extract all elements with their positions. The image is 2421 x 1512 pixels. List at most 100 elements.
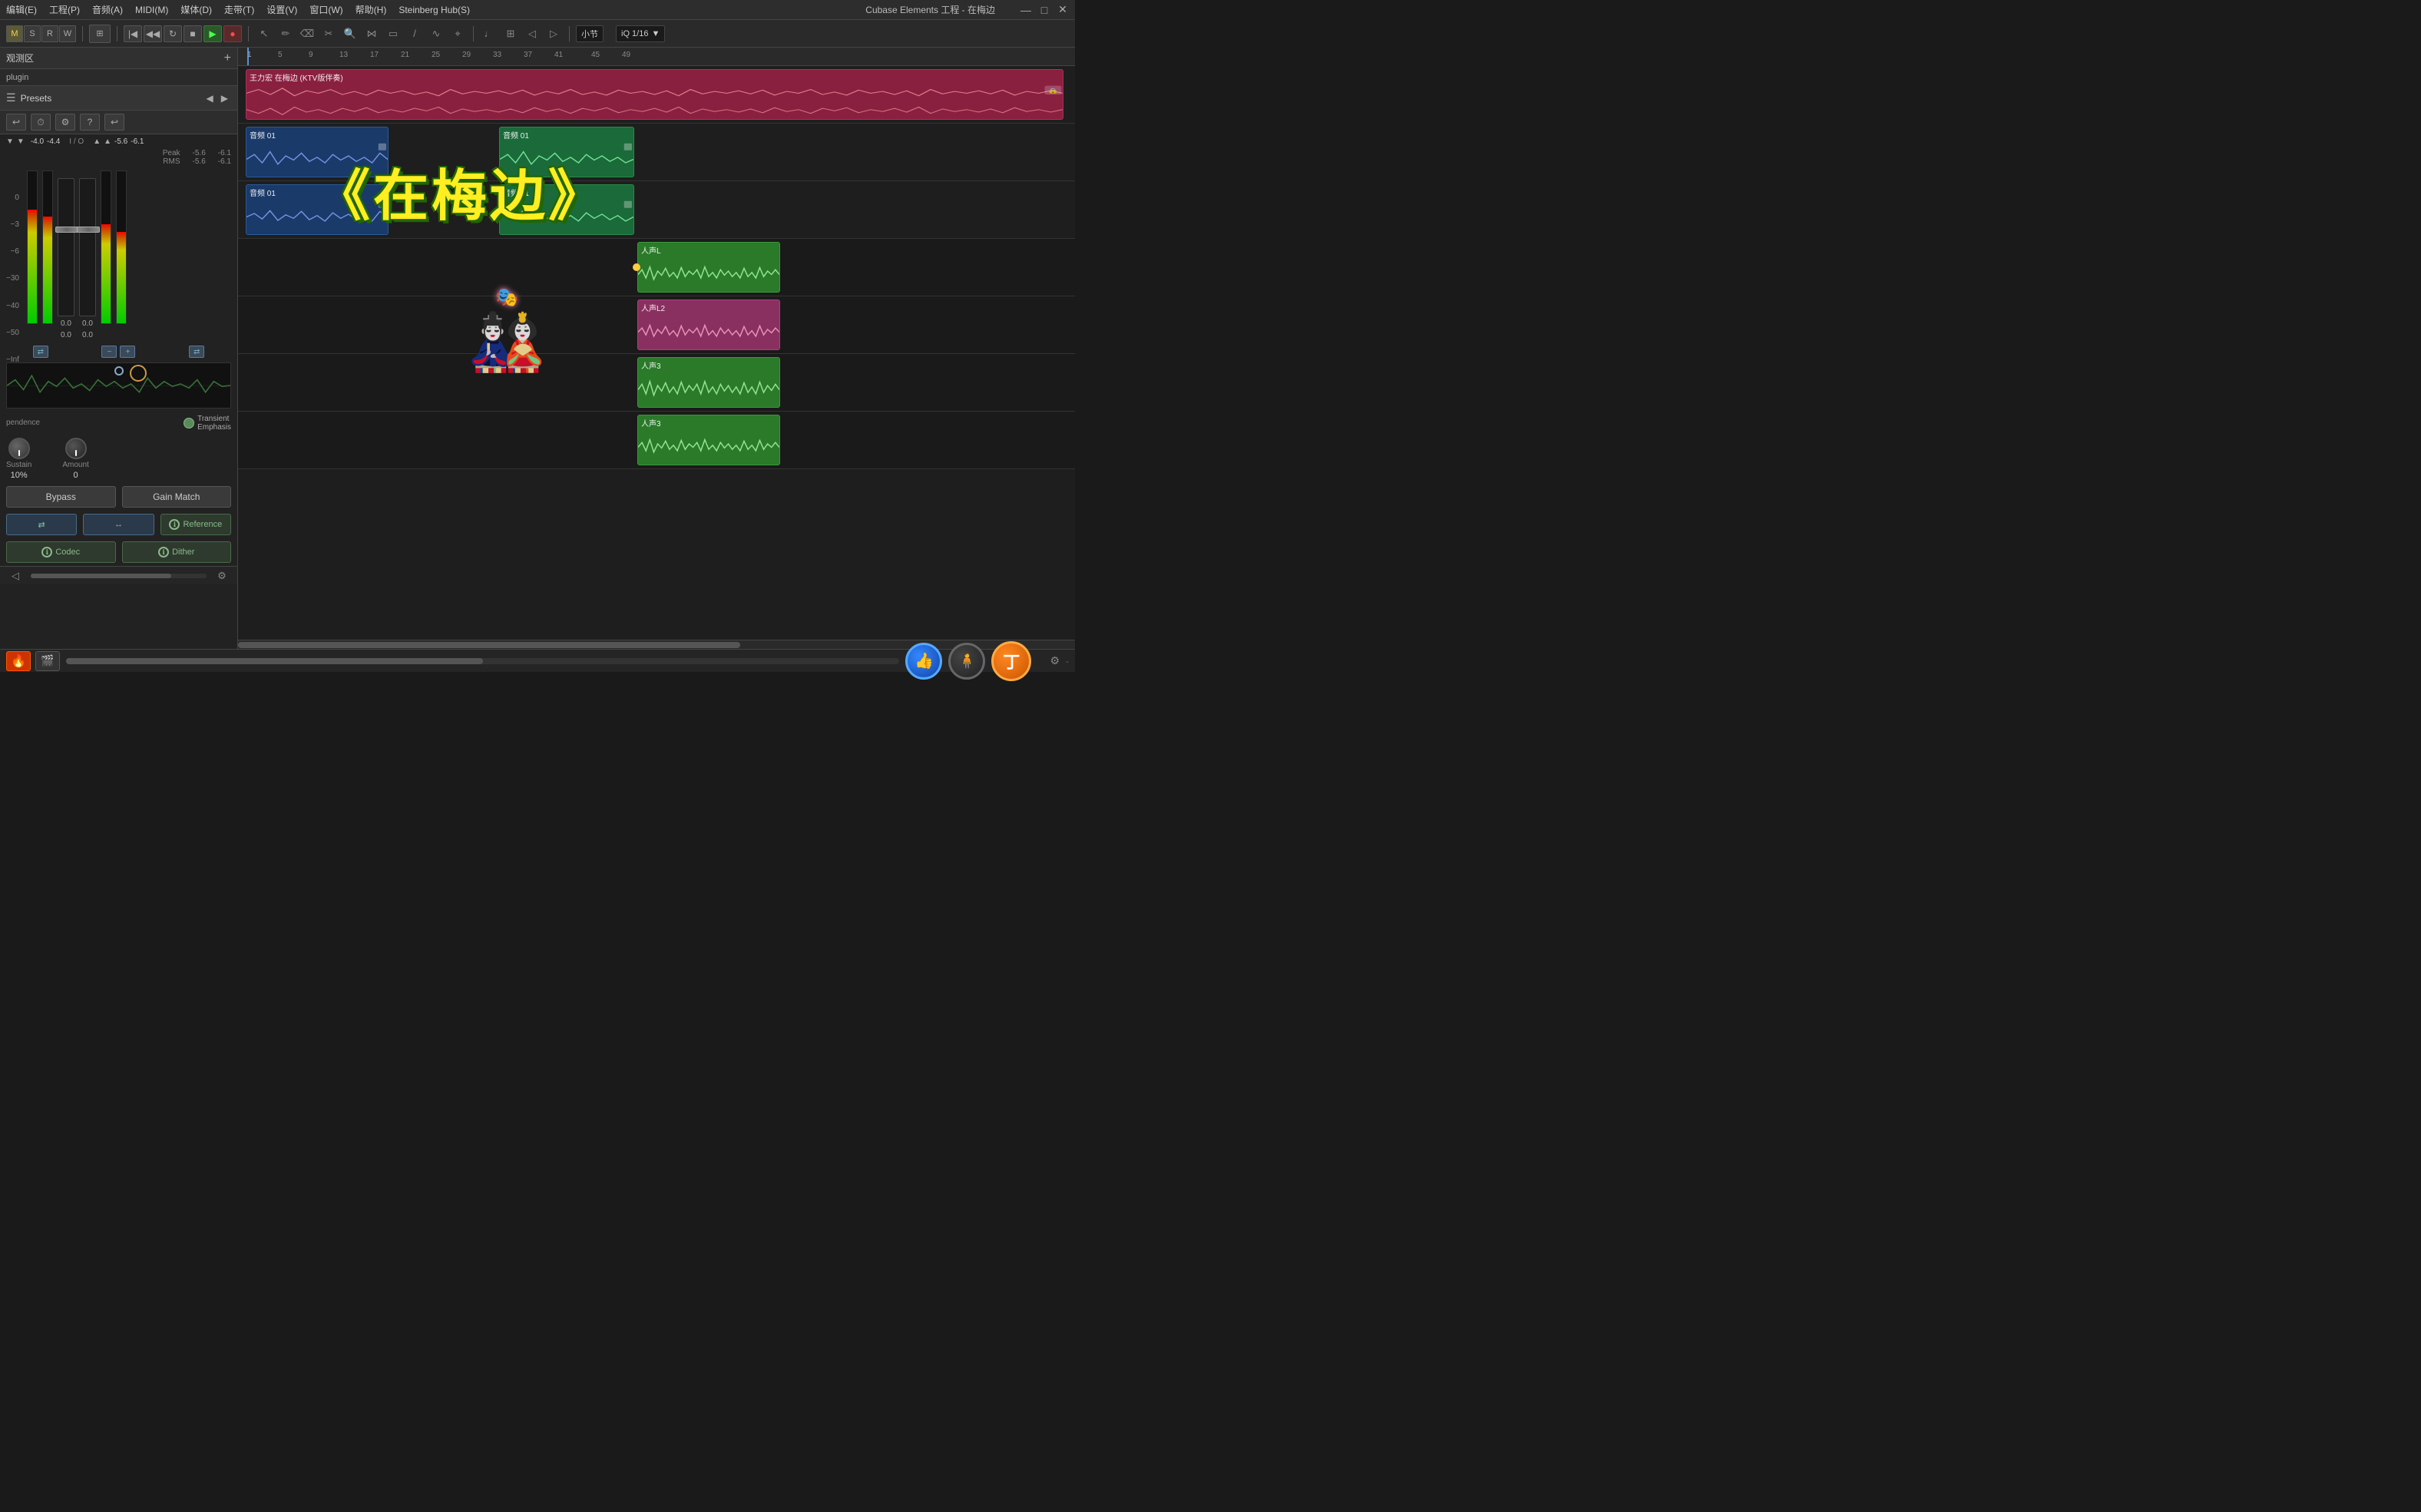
action-btn[interactable]: ↩ bbox=[104, 114, 124, 131]
left-arrow-icon[interactable]: ◁ bbox=[523, 25, 541, 42]
bottom-fire-icon[interactable]: 🔥 bbox=[6, 651, 31, 671]
chord-icon[interactable]: ♩ bbox=[480, 25, 498, 42]
glue-tool[interactable]: ⋈ bbox=[362, 25, 381, 42]
transport-buttons: |◀ ◀◀ ↻ ■ ▶ ● bbox=[124, 25, 242, 42]
zoom-tool[interactable]: 🔍 bbox=[341, 25, 359, 42]
menu-settings[interactable]: 设置(V) bbox=[266, 3, 297, 16]
h-scrollbar-thumb[interactable] bbox=[238, 642, 740, 648]
settings-icon-btn[interactable]: ⚙ bbox=[213, 567, 231, 584]
input-fader-track[interactable] bbox=[58, 178, 74, 316]
menu-audio[interactable]: 音频(A) bbox=[92, 3, 123, 16]
output-meter-right bbox=[116, 170, 127, 324]
link-minus-btn[interactable]: − bbox=[101, 346, 117, 358]
menu-transport[interactable]: 走带(T) bbox=[224, 3, 254, 16]
cycle-btn[interactable]: ↻ bbox=[164, 25, 182, 42]
eraser-tool[interactable]: ⌫ bbox=[298, 25, 316, 42]
link-plus-btn[interactable]: + bbox=[120, 346, 135, 358]
person-btn[interactable]: 🧍 bbox=[948, 643, 985, 680]
presets-menu-icon[interactable]: ☰ bbox=[6, 91, 16, 104]
maximize-btn[interactable]: □ bbox=[1038, 4, 1050, 16]
menu-bar: 编辑(E) 工程(P) 音频(A) MIDI(M) 媒体(D) 走带(T) 设置… bbox=[0, 0, 1075, 20]
peak-left-val: -5.6 bbox=[193, 149, 206, 157]
m-button[interactable]: M bbox=[6, 25, 23, 42]
menu-project[interactable]: 工程(P) bbox=[49, 3, 80, 16]
h-scroll[interactable] bbox=[31, 574, 207, 578]
clip-voice-l-title: 人声L bbox=[638, 243, 779, 257]
history-btn[interactable]: ⏱ bbox=[31, 114, 51, 131]
stop-btn[interactable]: ■ bbox=[184, 25, 202, 42]
output-meter-left bbox=[101, 170, 111, 324]
amount-knob[interactable] bbox=[65, 438, 87, 459]
output-fader-track[interactable] bbox=[79, 178, 96, 316]
swap-btn[interactable]: ⇄ bbox=[6, 514, 77, 535]
bottom-video-icon[interactable]: 🎬 bbox=[35, 651, 60, 671]
dither-btn[interactable]: ℹ Dither bbox=[122, 541, 232, 563]
arrows-btn[interactable]: ↔ bbox=[83, 514, 154, 535]
track-clip-voice-3b[interactable]: 人声3 bbox=[637, 415, 780, 465]
minimize-btn[interactable]: — bbox=[1020, 4, 1032, 16]
meter-fill-in-r bbox=[43, 217, 52, 323]
center-knob[interactable] bbox=[114, 366, 124, 376]
sustain-knob[interactable] bbox=[8, 438, 30, 459]
menu-edit[interactable]: 编辑(E) bbox=[6, 3, 37, 16]
close-btn[interactable]: ✕ bbox=[1057, 4, 1069, 16]
right-arrow-icon[interactable]: ▷ bbox=[544, 25, 563, 42]
go-back-btn[interactable]: ◀◀ bbox=[144, 25, 162, 42]
ruler-inner: 1 5 9 13 17 21 25 29 33 37 41 45 49 bbox=[238, 48, 1075, 65]
transient-radio[interactable] bbox=[184, 418, 194, 428]
link-btn-right[interactable]: ⇄ bbox=[189, 346, 204, 358]
scale-30: −30 bbox=[6, 274, 19, 283]
playhead[interactable] bbox=[247, 48, 249, 65]
menu-window[interactable]: 窗口(W) bbox=[309, 3, 342, 16]
input-fader-thumb[interactable] bbox=[55, 227, 78, 233]
pointer-tool[interactable]: ↖ bbox=[255, 25, 273, 42]
arrange-btn[interactable]: ⊞ bbox=[89, 25, 111, 43]
codec-btn[interactable]: ℹ Codec bbox=[6, 541, 116, 563]
track-clip-voice-l2[interactable]: 人声L2 bbox=[637, 299, 780, 350]
w-button[interactable]: W bbox=[59, 25, 76, 42]
menu-help[interactable]: 帮助(H) bbox=[356, 3, 387, 16]
main-scrollbar[interactable] bbox=[66, 658, 899, 664]
select-tool[interactable]: ▭ bbox=[384, 25, 402, 42]
plugin-bottom-bar: ◁ ⚙ bbox=[0, 566, 237, 584]
settings-btn[interactable]: ⚙ bbox=[55, 114, 75, 131]
scroll-left-btn[interactable]: ◁ bbox=[6, 567, 25, 584]
track-clip-voice-3a[interactable]: 人声3 bbox=[637, 357, 780, 408]
record-btn[interactable]: ● bbox=[223, 25, 242, 42]
preset-prev-btn[interactable]: ◀ bbox=[203, 91, 217, 105]
status-gear-icon[interactable]: ⚙ bbox=[1050, 654, 1060, 667]
track-clip-main[interactable]: 王力宏 在梅边 (KTV版伴奏) 🔒 bbox=[246, 69, 1063, 120]
track-clip-voice-l[interactable]: 人声L bbox=[637, 242, 780, 293]
add-observe-btn[interactable]: + bbox=[224, 51, 231, 65]
quantize-display[interactable]: 小节 bbox=[576, 25, 604, 42]
output-fader-thumb[interactable] bbox=[77, 227, 100, 233]
play-btn[interactable]: ▶ bbox=[203, 25, 222, 42]
pencil-tool[interactable]: ✏ bbox=[276, 25, 295, 42]
draw-tool[interactable]: / bbox=[405, 25, 424, 42]
curve-tool[interactable]: ∿ bbox=[427, 25, 445, 42]
scissors-tool[interactable]: ✂ bbox=[319, 25, 338, 42]
thumbs-up-btn[interactable]: 👍 bbox=[905, 643, 942, 680]
help-btn[interactable]: ? bbox=[80, 114, 100, 131]
bypass-btn[interactable]: Bypass bbox=[6, 486, 116, 508]
undo-btn[interactable]: ↩ bbox=[6, 114, 26, 131]
orange-circle-btn[interactable]: 丁 bbox=[991, 641, 1031, 681]
split-tool[interactable]: ⌖ bbox=[448, 25, 467, 42]
reference-btn[interactable]: ℹ Reference bbox=[160, 514, 231, 535]
io-right-arrow: ▲ bbox=[93, 137, 101, 146]
gain-match-btn[interactable]: Gain Match bbox=[122, 486, 232, 508]
scale-6: −6 bbox=[6, 247, 19, 256]
s-button[interactable]: S bbox=[24, 25, 41, 42]
voice-3a-waveform bbox=[638, 372, 779, 407]
grid-icon[interactable]: ⊞ bbox=[501, 25, 520, 42]
menu-hub[interactable]: Steinberg Hub(S) bbox=[399, 5, 470, 15]
go-to-start-btn[interactable]: |◀ bbox=[124, 25, 142, 42]
menu-midi[interactable]: MIDI(M) bbox=[135, 5, 168, 15]
menu-media[interactable]: 媒体(D) bbox=[180, 3, 212, 16]
link-btn-left[interactable]: ⇄ bbox=[33, 346, 48, 358]
clip-voice-l2-title: 人声L2 bbox=[638, 300, 779, 315]
preset-next-btn[interactable]: ▶ bbox=[218, 91, 231, 105]
r-button[interactable]: R bbox=[41, 25, 58, 42]
observe-label: 观测区 bbox=[6, 51, 34, 65]
iq-display[interactable]: iQ 1/16 ▼ bbox=[616, 25, 665, 42]
